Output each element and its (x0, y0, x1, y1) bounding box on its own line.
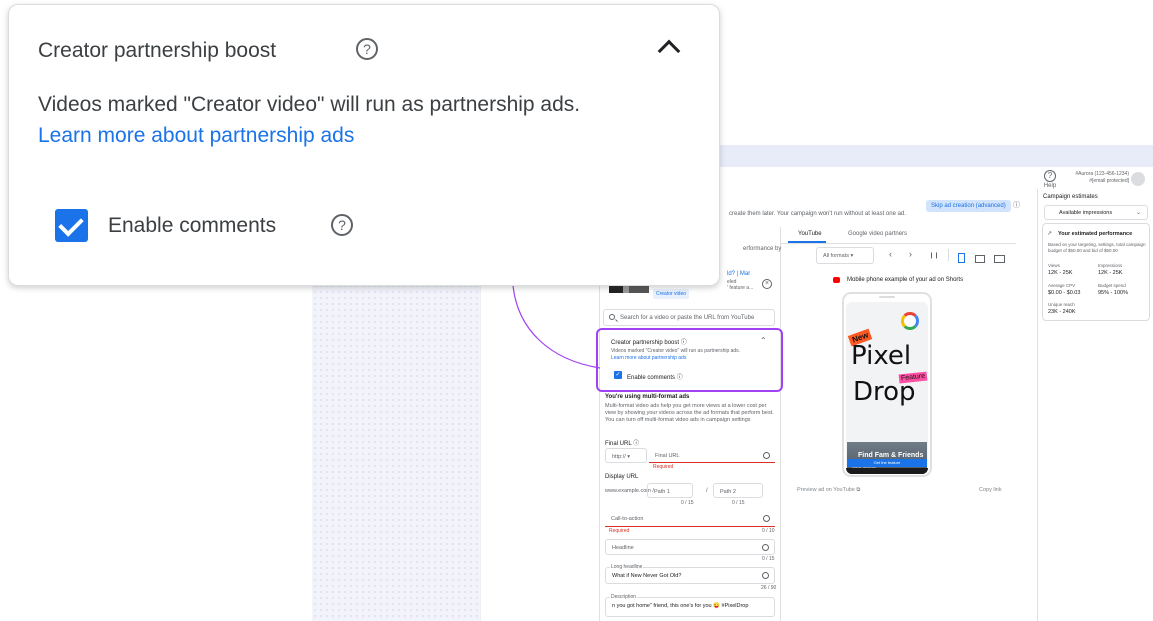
zoom-callout: Creator partnership boost ? Videos marke… (8, 4, 720, 286)
help-circle-icon[interactable]: ? (331, 214, 353, 236)
partnership-boost-description: Videos marked "Creator video" will run a… (38, 93, 581, 116)
enable-comments-label: Enable comments (108, 214, 277, 237)
help-circle-icon[interactable]: ? (356, 38, 378, 60)
partnership-boost-title: Creator partnership boost (38, 39, 277, 62)
enable-comments-checkbox[interactable] (55, 209, 88, 242)
annotated-screenshot: ? Help #Aurora (123-456-1234) #[email pr… (0, 0, 1153, 621)
learn-more-partnership-ads-link[interactable]: Learn more about partnership ads (38, 124, 354, 148)
chevron-up-icon[interactable] (654, 35, 682, 57)
